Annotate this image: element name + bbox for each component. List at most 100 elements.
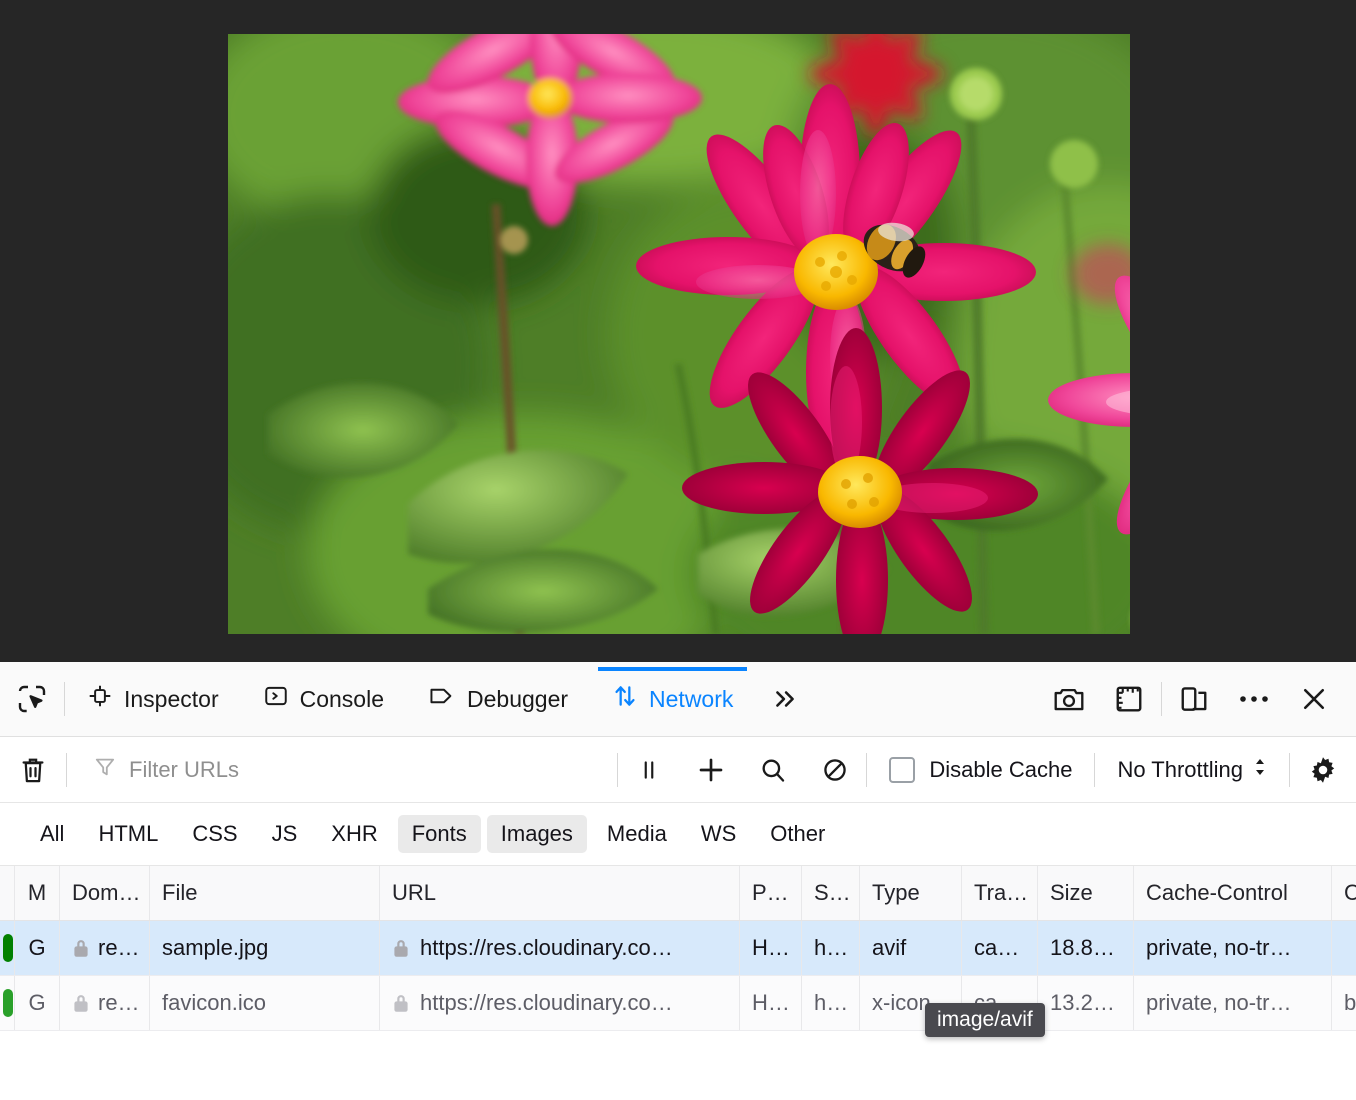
debugger-icon (428, 683, 456, 715)
tab-console[interactable]: Console (241, 662, 406, 736)
table-row[interactable]: G re… favicon.ico (0, 976, 1356, 1031)
cell-domain-text: re… (98, 990, 140, 1016)
tab-network-label: Network (649, 686, 733, 713)
column-header-type[interactable]: Type (860, 866, 962, 920)
column-header-file[interactable]: File (150, 866, 380, 920)
cell-domain: re… (60, 921, 150, 975)
tabs-overflow-icon[interactable] (755, 662, 815, 736)
cell-url-text: https://res.cloudinary.co… (420, 990, 673, 1016)
lock-icon (392, 937, 410, 959)
devtools-toolbar-right (1041, 662, 1356, 736)
devtools-panel: Inspector Console (0, 662, 1356, 1100)
updown-caret-icon (1253, 755, 1267, 785)
cell-protocol: H… (740, 921, 802, 975)
cell-domain-text: re… (98, 935, 140, 961)
column-header-indicator[interactable] (0, 866, 15, 920)
cell-protocol: H… (740, 976, 802, 1030)
disable-cache-checkbox[interactable]: Disable Cache (867, 757, 1094, 783)
tab-inspector-label: Inspector (124, 686, 219, 713)
cell-size: 13.2… (1038, 976, 1134, 1030)
column-header-size[interactable]: Size (1038, 866, 1134, 920)
search-input[interactable]: Filter URLs (67, 737, 617, 802)
lock-icon (72, 992, 90, 1014)
column-header-url[interactable]: URL (380, 866, 740, 920)
type-filter-fonts[interactable]: Fonts (398, 815, 481, 853)
type-filter-ws[interactable]: WS (687, 815, 750, 853)
column-header-extra[interactable]: C (1332, 866, 1356, 920)
type-filter-images[interactable]: Images (487, 815, 587, 853)
toolbar-divider-right (1161, 682, 1162, 716)
column-header-domain[interactable]: Dom… (60, 866, 150, 920)
block-icon[interactable] (804, 737, 866, 802)
cell-type: avif (860, 921, 962, 975)
cell-size: 18.8… (1038, 921, 1134, 975)
cell-domain: re… (60, 976, 150, 1030)
plus-icon[interactable] (680, 737, 742, 802)
request-type-filters: All HTML CSS JS XHR Fonts Images Media W… (0, 803, 1356, 866)
cell-transferred: ca… (962, 921, 1038, 975)
row-status-indicator (0, 921, 15, 975)
type-filter-media[interactable]: Media (593, 815, 681, 853)
cell-scheme: h… (802, 976, 860, 1030)
type-tooltip: image/avif (925, 1003, 1045, 1037)
type-filter-js[interactable]: JS (258, 815, 312, 853)
funnel-icon (93, 755, 117, 784)
network-icon (612, 683, 638, 715)
network-toolbar: Filter URLs (0, 737, 1356, 803)
tab-debugger-label: Debugger (467, 686, 568, 713)
column-header-scheme[interactable]: S… (802, 866, 860, 920)
responsive-design-mode-icon[interactable] (1166, 662, 1222, 736)
type-filter-css[interactable]: CSS (178, 815, 251, 853)
cell-scheme: h… (802, 921, 860, 975)
element-picker-icon[interactable] (0, 662, 64, 736)
cell-method: G (15, 976, 60, 1030)
type-filter-html[interactable]: HTML (84, 815, 172, 853)
table-row[interactable]: G re… sample.jpg (0, 921, 1356, 976)
trash-icon[interactable] (0, 737, 66, 802)
close-devtools-icon[interactable] (1286, 662, 1342, 736)
throttling-select[interactable]: No Throttling (1095, 755, 1289, 785)
column-header-cache-control[interactable]: Cache-Control (1134, 866, 1332, 920)
cell-file: sample.jpg (150, 921, 380, 975)
tab-console-label: Console (300, 686, 384, 713)
checkbox-box[interactable] (889, 757, 915, 783)
cell-url-text: https://res.cloudinary.co… (420, 935, 673, 961)
column-header-protocol[interactable]: P… (740, 866, 802, 920)
tab-debugger[interactable]: Debugger (406, 662, 590, 736)
cell-file: favicon.ico (150, 976, 380, 1030)
column-header-method[interactable]: M (15, 866, 60, 920)
row-status-indicator (0, 976, 15, 1030)
cell-url: https://res.cloudinary.co… (380, 921, 740, 975)
cell-cache-control: private, no-tr… (1134, 921, 1332, 975)
page-viewport (0, 0, 1356, 662)
cell-extra: br (1332, 976, 1356, 1030)
inspector-icon (87, 683, 113, 715)
type-filter-xhr[interactable]: XHR (317, 815, 391, 853)
filter-urls-placeholder: Filter URLs (129, 757, 239, 783)
type-filter-all[interactable]: All (26, 815, 78, 853)
cell-extra (1332, 921, 1356, 975)
disable-cache-label: Disable Cache (929, 757, 1072, 783)
table-empty-area (0, 1031, 1356, 1100)
type-filter-other[interactable]: Other (756, 815, 839, 853)
cell-method: G (15, 921, 60, 975)
gear-icon[interactable] (1290, 737, 1356, 802)
search-icon[interactable] (742, 737, 804, 802)
browser-window: Inspector Console (0, 0, 1356, 1100)
console-icon (263, 683, 289, 715)
screenshot-icon[interactable] (1041, 662, 1097, 736)
tab-inspector[interactable]: Inspector (65, 662, 241, 736)
pause-icon[interactable] (618, 737, 680, 802)
column-header-transferred[interactable]: Tra… (962, 866, 1038, 920)
lock-icon (392, 992, 410, 1014)
throttling-label: No Throttling (1117, 757, 1243, 783)
lock-icon (72, 937, 90, 959)
cell-url: https://res.cloudinary.co… (380, 976, 740, 1030)
more-options-icon[interactable] (1226, 662, 1282, 736)
measure-icon[interactable] (1101, 662, 1157, 736)
devtools-tabs: Inspector Console (65, 662, 815, 736)
tab-network[interactable]: Network (590, 662, 755, 736)
dahlia-photo (228, 34, 1130, 634)
cell-cache-control: private, no-tr… (1134, 976, 1332, 1030)
devtools-tabbar: Inspector Console (0, 662, 1356, 737)
